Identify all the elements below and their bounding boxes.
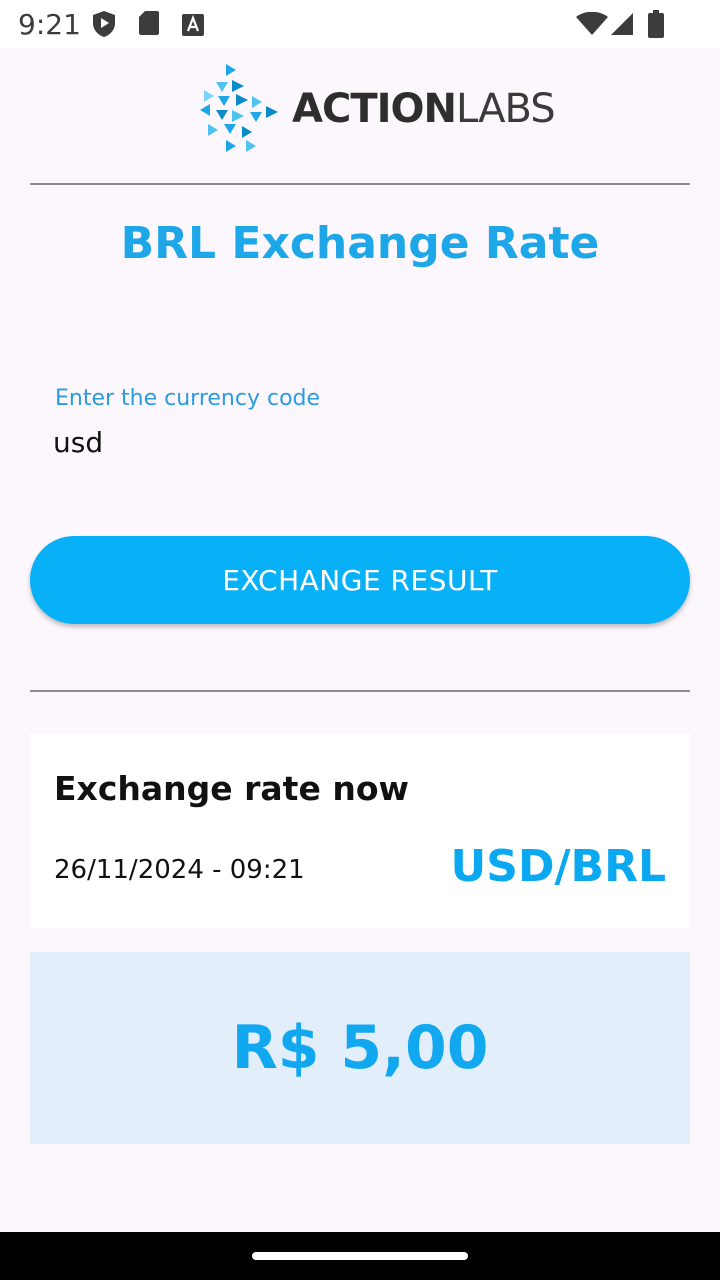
sd-card-icon	[139, 11, 159, 35]
currency-code-input[interactable]	[53, 420, 673, 464]
result-box: R$ 5,00	[30, 952, 690, 1144]
logo-text-bold: ACTION	[292, 86, 457, 132]
cell-signal-icon	[611, 13, 633, 35]
status-time: 9:21	[18, 8, 81, 41]
font-a-icon	[182, 14, 204, 36]
rate-card: Exchange rate now 26/11/2024 - 09:21 USD…	[30, 733, 690, 928]
page-title: BRL Exchange Rate	[120, 218, 600, 269]
battery-icon	[648, 10, 664, 38]
home-gesture-handle[interactable]	[252, 1252, 468, 1260]
result-value: R$ 5,00	[231, 1013, 489, 1083]
navigation-bar	[0, 1232, 720, 1280]
exchange-result-button[interactable]: EXCHANGE RESULT	[30, 536, 690, 624]
rate-card-title: Exchange rate now	[54, 769, 409, 808]
middle-divider	[30, 690, 690, 692]
wifi-icon	[576, 12, 608, 35]
logo-triangles-icon	[200, 64, 278, 152]
actionlabs-logo: ACTIONLABS	[196, 60, 556, 156]
currency-pair: USD/BRL	[450, 841, 666, 892]
logo-wordmark: ACTIONLABS	[292, 86, 556, 132]
status-bar: 9:21	[0, 0, 720, 48]
rate-datetime: 26/11/2024 - 09:21	[54, 855, 305, 885]
top-divider	[30, 183, 690, 185]
currency-field-label: Enter the currency code	[55, 386, 321, 411]
logo-text-light: LABS	[455, 86, 556, 132]
play-shield-icon	[93, 11, 115, 37]
